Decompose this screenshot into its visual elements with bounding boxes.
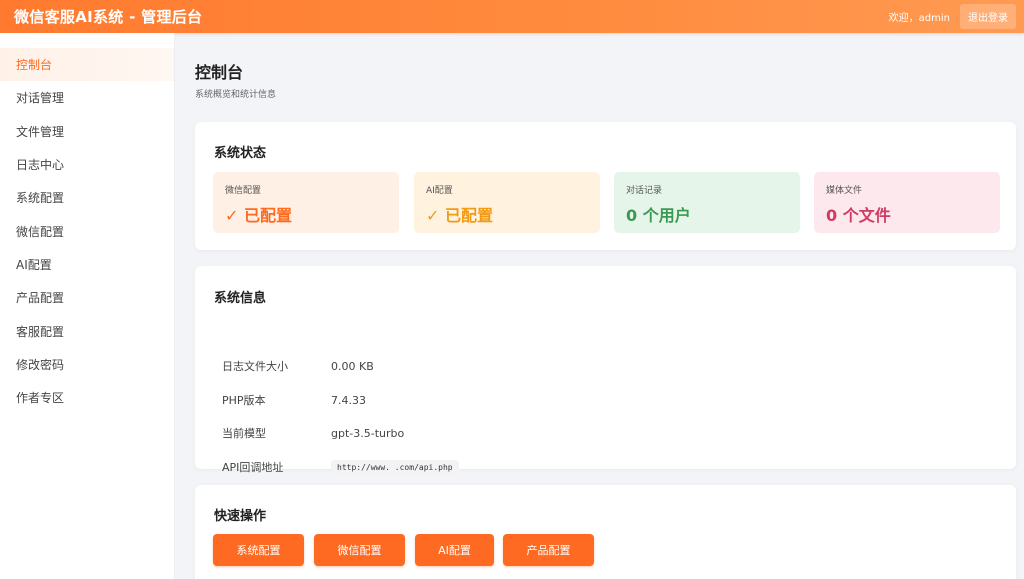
- stat-label: 对话记录: [626, 186, 663, 196]
- logout-button[interactable]: 退出登录: [960, 4, 1016, 29]
- quick-system-config-button[interactable]: 系统配置: [213, 534, 304, 566]
- top-header: 微信客服AI系统 - 管理后台 欢迎，admin 退出登录: [0, 0, 1024, 33]
- info-key: API回调地址: [222, 461, 284, 474]
- sidebar-item-files[interactable]: 文件管理: [0, 115, 174, 148]
- info-value: 0.00 KB: [331, 359, 374, 373]
- quick-wechat-config-button[interactable]: 微信配置: [314, 534, 405, 566]
- quick-actions-card: 快速操作 系统配置 微信配置 AI配置 产品配置: [195, 485, 1016, 579]
- info-row-api-callback: API回调地址 http://www. .com/api.php: [222, 457, 459, 477]
- stat-value: 0 个用户: [626, 206, 691, 225]
- sidebar-item-logs[interactable]: 日志中心: [0, 148, 174, 181]
- header-user-area: 欢迎，admin 退出登录: [889, 4, 1016, 29]
- stat-media-files: 媒体文件 0 个文件: [814, 172, 1000, 233]
- sidebar-item-product-config[interactable]: 产品配置: [0, 281, 174, 314]
- sidebar-item-service-config[interactable]: 客服配置: [0, 314, 174, 347]
- sidebar: 控制台 对话管理 文件管理 日志中心 系统配置 微信配置 AI配置 产品配置 客…: [0, 33, 175, 579]
- stat-label: AI配置: [426, 186, 453, 196]
- stat-value: ✓ 已配置: [426, 206, 493, 225]
- quick-ai-config-button[interactable]: AI配置: [415, 534, 494, 566]
- system-status-card: 系统状态 微信配置 ✓ 已配置 AI配置 ✓ 已配置 对话记录 0 个用户 媒体…: [195, 122, 1016, 250]
- stat-conversations: 对话记录 0 个用户: [614, 172, 800, 233]
- info-value: 7.4.33: [331, 393, 366, 407]
- info-key: 当前模型: [222, 427, 266, 440]
- sidebar-item-change-password[interactable]: 修改密码: [0, 348, 174, 381]
- quick-product-config-button[interactable]: 产品配置: [503, 534, 594, 566]
- section-title: 快速操作: [214, 509, 267, 524]
- info-key: 日志文件大小: [222, 360, 288, 373]
- stat-value: ✓ 已配置: [225, 206, 292, 225]
- info-value: gpt-3.5-turbo: [331, 426, 405, 440]
- section-title: 系统状态: [214, 146, 267, 161]
- sidebar-item-author-zone[interactable]: 作者专区: [0, 381, 174, 414]
- stat-ai-config: AI配置 ✓ 已配置: [414, 172, 600, 233]
- page-title: 控制台: [195, 63, 244, 82]
- welcome-text: 欢迎，admin: [888, 13, 950, 24]
- sidebar-item-wechat-config[interactable]: 微信配置: [0, 214, 174, 247]
- api-callback-url: http://www. .com/api.php: [331, 459, 459, 475]
- section-title: 系统信息: [214, 291, 267, 306]
- app-title: 微信客服AI系统 - 管理后台: [14, 8, 203, 26]
- info-row-current-model: 当前模型 gpt-3.5-turbo: [222, 423, 404, 443]
- stat-label: 媒体文件: [826, 186, 863, 196]
- sidebar-item-conversations[interactable]: 对话管理: [0, 81, 174, 114]
- info-row-php-version: PHP版本 7.4.33: [222, 390, 366, 410]
- stat-label: 微信配置: [225, 186, 262, 196]
- sidebar-item-system-config[interactable]: 系统配置: [0, 181, 174, 214]
- stat-wechat-config: 微信配置 ✓ 已配置: [213, 172, 399, 233]
- page-subtitle: 系统概览和统计信息: [195, 90, 277, 100]
- stat-value: 0 个文件: [826, 206, 891, 225]
- system-info-card: 系统信息 日志文件大小 0.00 KB PHP版本 7.4.33 当前模型 gp…: [195, 266, 1016, 475]
- info-row-log-size: 日志文件大小 0.00 KB: [222, 356, 374, 376]
- sidebar-item-dashboard[interactable]: 控制台: [0, 48, 174, 82]
- sidebar-item-ai-config[interactable]: AI配置: [0, 248, 174, 281]
- info-key: PHP版本: [222, 394, 266, 407]
